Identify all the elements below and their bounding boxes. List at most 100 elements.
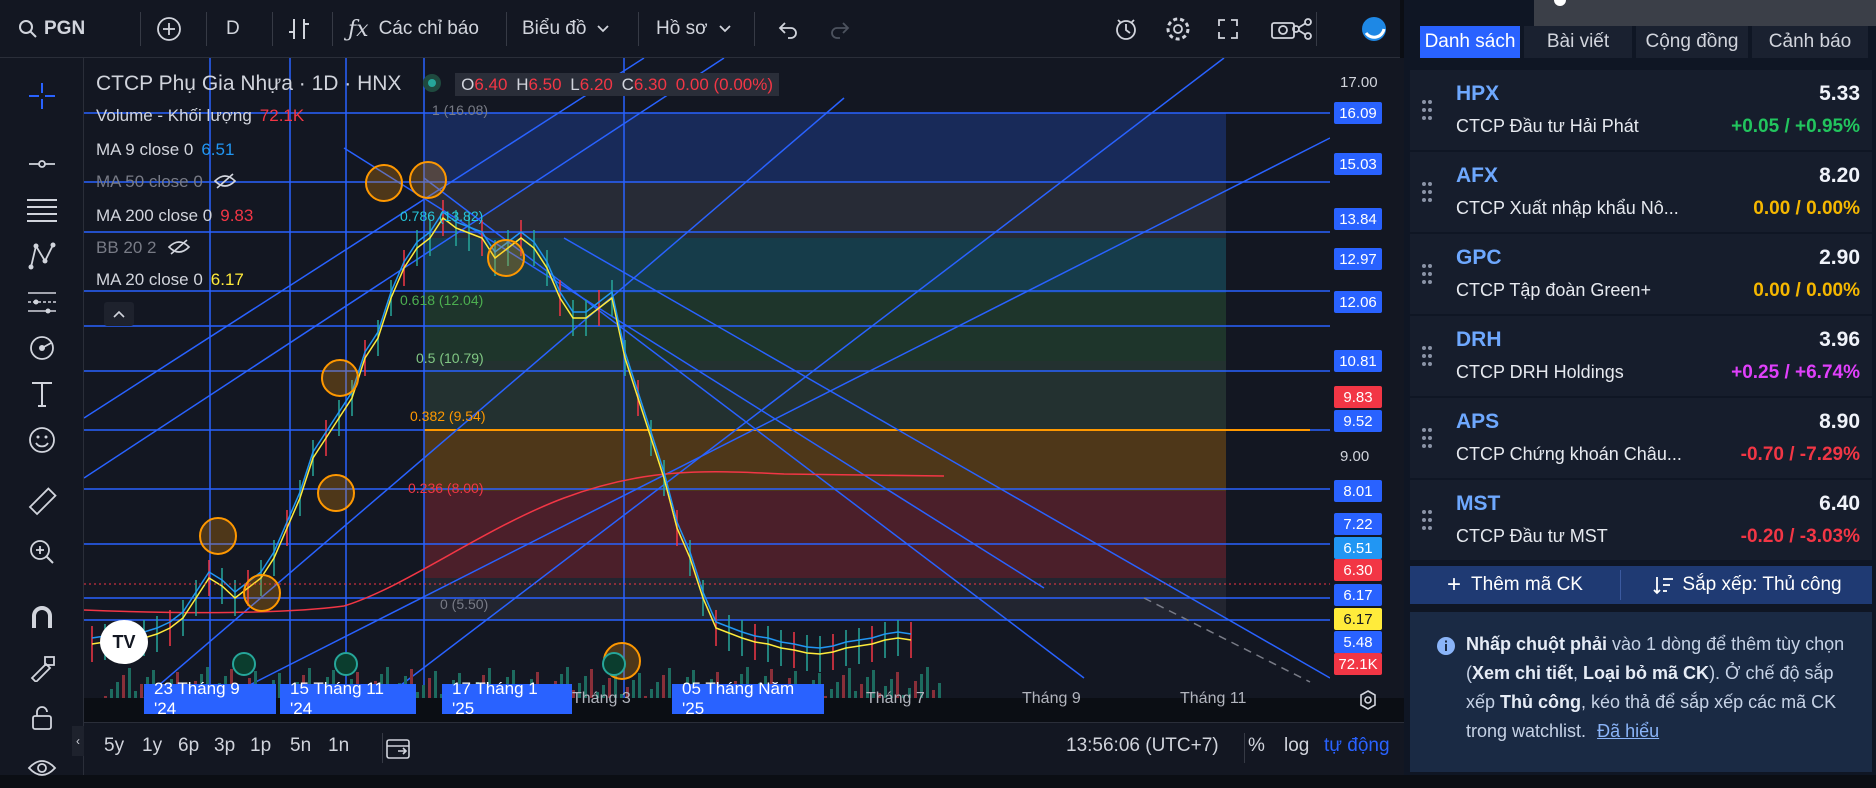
- watchlist-tab[interactable]: Danh sách: [1420, 26, 1520, 58]
- tip-bold-7: Thủ công: [1500, 692, 1582, 712]
- indicator-row[interactable]: MA 20 close 0 6.17: [96, 270, 244, 290]
- fib-level-label: 0.5 (10.79): [416, 350, 484, 366]
- magnet-icon: [32, 606, 52, 628]
- watchlist-row[interactable]: MST 6.40 CTCP Đầu tư MST -0.20 / -3.03%: [1410, 480, 1872, 560]
- price-axis-tag: 6.17: [1334, 608, 1382, 630]
- ohlc-c: 6.30: [633, 75, 667, 94]
- axis-settings-button[interactable]: [1356, 688, 1384, 716]
- grip-icon[interactable]: [1422, 428, 1436, 450]
- fib-tool[interactable]: [22, 190, 62, 230]
- percent-label[interactable]: %: [1248, 735, 1265, 757]
- zoom-tool[interactable]: [22, 532, 62, 572]
- grip-icon[interactable]: [1422, 346, 1436, 368]
- fib-zone: [424, 238, 1226, 293]
- watchlist-tab[interactable]: Cộng đồng: [1636, 26, 1748, 58]
- publish-button[interactable]: [1360, 0, 1388, 58]
- indicator-row[interactable]: MA 200 close 0 9.83: [96, 206, 253, 226]
- compare-button[interactable]: [156, 0, 182, 58]
- settings-button[interactable]: [1164, 0, 1192, 58]
- grip-icon[interactable]: [1422, 100, 1436, 122]
- watchlist-row[interactable]: GPC 2.90 CTCP Tập đoàn Green+ 0.00 / 0.00%: [1410, 234, 1872, 314]
- clock-label[interactable]: 13:56:06 (UTC+7): [1066, 735, 1219, 757]
- collapse-legend-button[interactable]: [104, 302, 134, 326]
- magnet-tool[interactable]: [22, 598, 62, 638]
- volume-bar: [140, 684, 143, 698]
- grip-icon[interactable]: [1422, 510, 1436, 532]
- indicator-row[interactable]: Volume - Khối lượng 72.1K: [96, 106, 304, 126]
- watchlist-row[interactable]: DRH 3.96 CTCP DRH Holdings +0.25 / +6.74%: [1410, 316, 1872, 396]
- range-button[interactable]: 1y: [142, 735, 162, 757]
- price-axis-tag: 16.09: [1334, 102, 1382, 124]
- interval-button[interactable]: D: [226, 0, 240, 58]
- text-tool[interactable]: [22, 374, 62, 414]
- chart-canvas[interactable]: [84, 58, 1404, 698]
- hidden-eye-icon[interactable]: [213, 172, 237, 190]
- volume-bar: [110, 689, 113, 698]
- tip-text: Nhấp chuột phải vào 1 dòng để thêm tùy c…: [1466, 630, 1866, 746]
- symbol-search[interactable]: PGN: [18, 0, 85, 58]
- watchlist-row[interactable]: APS 8.90 CTCP Chứng khoán Châu... -0.70 / -…: [1410, 398, 1872, 478]
- crosshair-tool[interactable]: [22, 76, 62, 116]
- range-button[interactable]: 5y: [104, 735, 124, 757]
- indicator-row[interactable]: MA 50 close 0: [96, 172, 237, 192]
- add-symbol-button[interactable]: + Thêm mã CK: [1410, 566, 1620, 604]
- watchlist-price: 6.40: [1819, 492, 1860, 515]
- watchlist-tab[interactable]: Cảnh báo: [1752, 26, 1868, 58]
- indicator-row[interactable]: MA 9 close 0 6.51: [96, 140, 234, 160]
- watchlist-row[interactable]: AFX 8.20 CTCP Xuất nhập khẩu Nô... 0.00 / 0…: [1410, 152, 1872, 232]
- fullscreen-button[interactable]: [1216, 0, 1240, 58]
- volume-bar: [656, 682, 659, 698]
- indicators-button[interactable]: ƒx Các chỉ báo: [348, 0, 479, 58]
- goto-date-button[interactable]: [384, 735, 414, 763]
- plus-icon: +: [1447, 571, 1462, 598]
- alert-button[interactable]: [1112, 0, 1140, 58]
- ohlc-h-label: H: [516, 75, 529, 94]
- watchlist-company: CTCP Đầu tư Hải Phát: [1456, 116, 1639, 136]
- forecast-tool[interactable]: [22, 282, 62, 322]
- visibility-tool[interactable]: [22, 748, 62, 788]
- range-button[interactable]: 1n: [328, 735, 349, 757]
- month-tick-label: Tháng 7: [866, 690, 925, 707]
- volume-bar: [128, 668, 131, 698]
- auto-scale-toggle[interactable]: tự động: [1324, 735, 1390, 757]
- tradingview-logo[interactable]: TV: [100, 620, 148, 664]
- undo-button[interactable]: [776, 0, 800, 58]
- measure-tool[interactable]: [22, 482, 62, 522]
- lock-tool[interactable]: [22, 698, 62, 738]
- earnings-marker: [334, 652, 358, 676]
- price-axis-tag: 8.01: [1334, 480, 1382, 502]
- share-actual[interactable]: [1290, 0, 1314, 58]
- chart-style-button[interactable]: [286, 0, 312, 58]
- fib-level-label: 1 (16.08): [432, 102, 489, 118]
- watchlist-panel: Danh sách Bài viết Cộng đồng Cảnh báo HPX 5.…: [1404, 0, 1876, 775]
- lock-drawings-tool[interactable]: [22, 648, 62, 688]
- range-button[interactable]: 3p: [214, 735, 235, 757]
- price-axis-tag: 6.51: [1334, 537, 1382, 559]
- pattern-tool[interactable]: [22, 236, 62, 276]
- collapse-toolbar-button[interactable]: ‹: [72, 726, 84, 756]
- emoji-tool[interactable]: [22, 420, 62, 460]
- brush-tool[interactable]: [22, 328, 62, 368]
- trend-line-tool[interactable]: [22, 144, 62, 184]
- info-icon: [1437, 637, 1455, 655]
- range-button[interactable]: 6p: [178, 735, 199, 757]
- profile-menu[interactable]: Hồ sơ: [656, 0, 732, 58]
- range-button[interactable]: 1p: [250, 735, 271, 757]
- range-button[interactable]: 5n: [290, 735, 311, 757]
- month-tick-label: Tháng 11: [1180, 690, 1247, 707]
- volume-bar: [836, 682, 839, 698]
- dismiss-tip-link[interactable]: Đã hiểu: [1597, 721, 1659, 741]
- pivot-marker: [317, 474, 355, 512]
- chart-type-menu[interactable]: Biểu đồ: [522, 0, 610, 58]
- grip-icon[interactable]: [1422, 182, 1436, 204]
- watchlist-row[interactable]: HPX 5.33 CTCP Đầu tư Hải Phát +0.05 / +0.95…: [1410, 70, 1872, 150]
- grip-icon[interactable]: [1422, 264, 1436, 286]
- sort-button[interactable]: Sắp xếp: Thủ công: [1622, 566, 1872, 604]
- log-toggle[interactable]: log: [1284, 735, 1309, 757]
- watchlist-symbol: AFX: [1456, 164, 1498, 187]
- redo-button[interactable]: [828, 0, 852, 58]
- chart-pane[interactable]: [84, 58, 1404, 698]
- hidden-eye-icon[interactable]: [167, 238, 191, 256]
- indicator-row[interactable]: BB 20 2: [96, 238, 191, 258]
- watchlist-tab[interactable]: Bài viết: [1524, 26, 1632, 58]
